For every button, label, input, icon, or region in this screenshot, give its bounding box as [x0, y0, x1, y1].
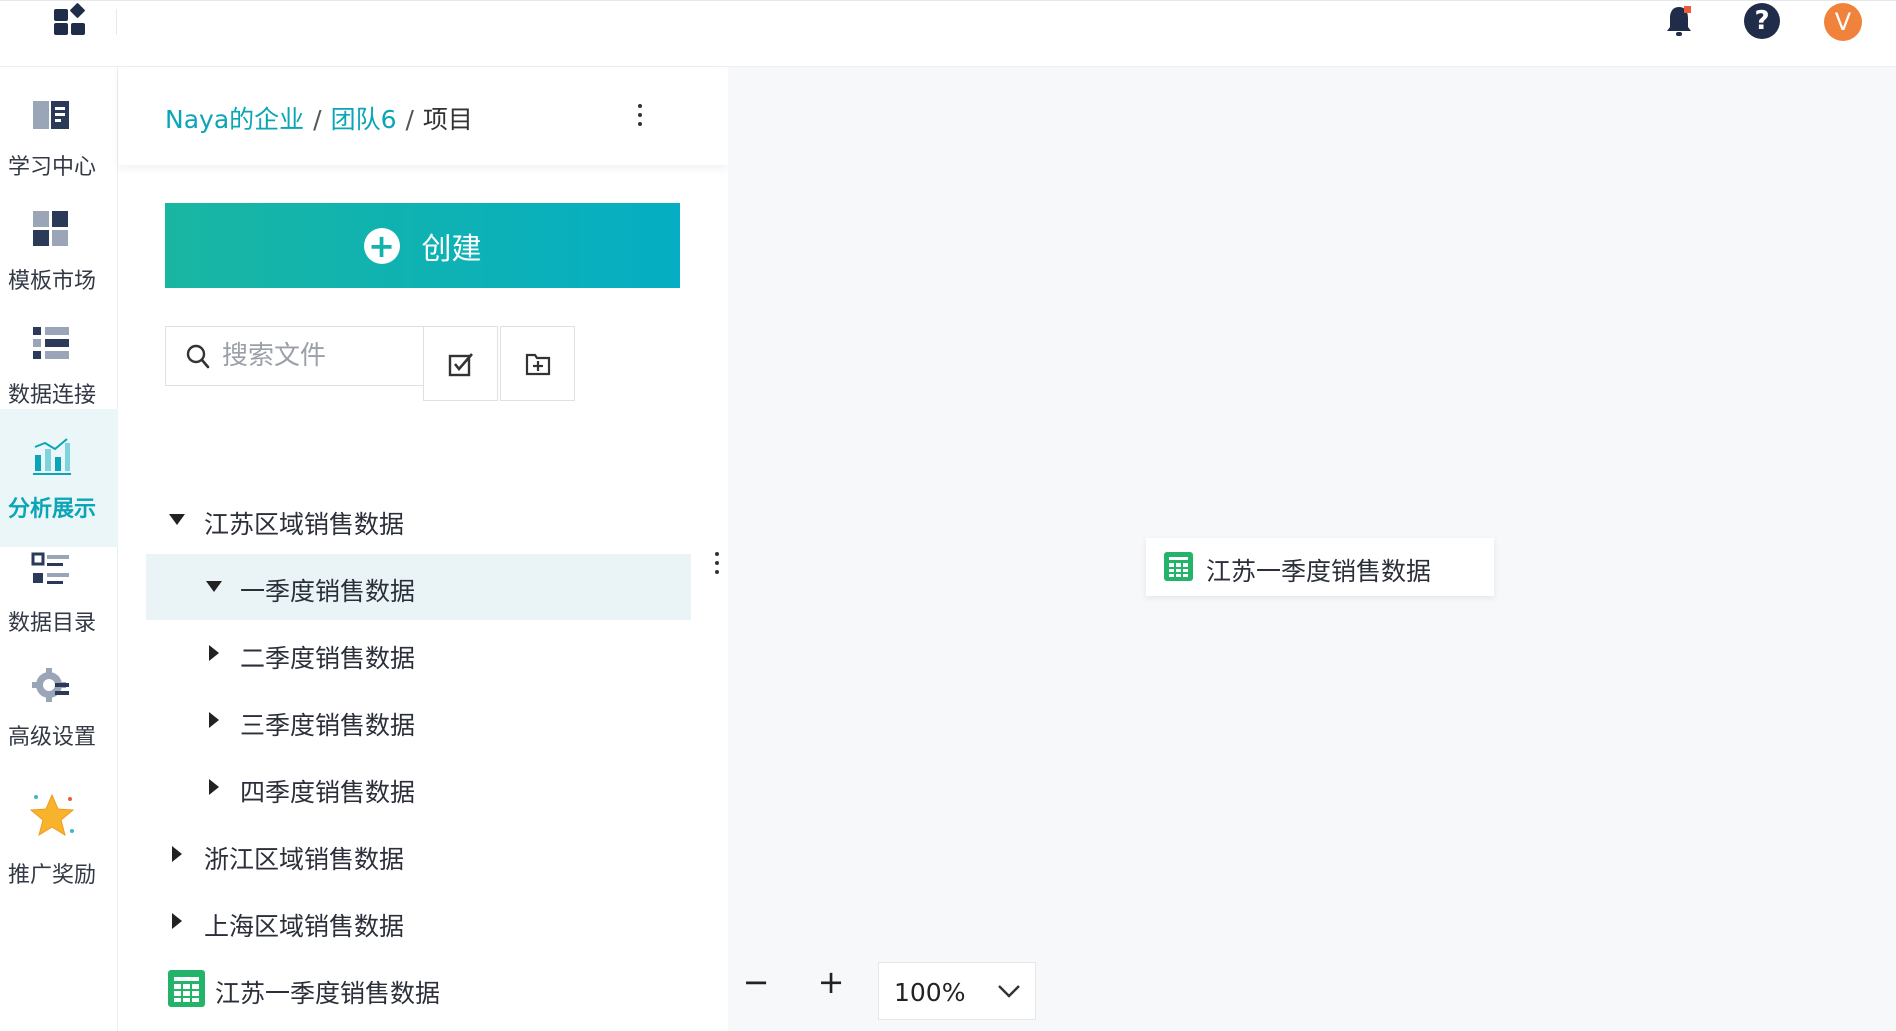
top-bar: ? V [0, 0, 1896, 67]
connection-icon [33, 327, 69, 359]
breadcrumb: Naya的企业 / 团队6 / 项目 [165, 100, 473, 136]
new-folder-button[interactable] [500, 326, 575, 401]
nav-label: 高级设置 [7, 725, 96, 750]
tree-folder[interactable]: 一季度销售数据 [146, 554, 691, 620]
tree-label: 江苏区域销售数据 [204, 510, 405, 539]
folder-plus-icon [525, 353, 551, 376]
caret-right-icon[interactable] [172, 913, 182, 929]
breadcrumb-current: 项目 [422, 105, 473, 134]
tree-label: 三季度销售数据 [240, 711, 416, 740]
tree-folder[interactable]: 浙江区域销售数据 [146, 822, 691, 888]
tree-label: 二季度销售数据 [240, 644, 416, 673]
side-nav: 学习中心 模板市场 数据连接 分析展示 数据目录 高级设置 推广奖励 [0, 67, 118, 1031]
create-button-label: 创建 [421, 231, 482, 267]
nav-label: 数据连接 [7, 383, 96, 408]
panel-header: Naya的企业 / 团队6 / 项目 [118, 67, 728, 165]
canvas[interactable]: 江苏一季度销售数据 [728, 67, 1896, 1031]
caret-right-icon[interactable] [209, 779, 219, 795]
spreadsheet-icon [168, 970, 205, 1007]
catalog-icon [31, 552, 69, 584]
panel-resize-handle[interactable] [711, 549, 723, 579]
help-icon[interactable]: ? [1744, 3, 1780, 39]
breadcrumb-org[interactable]: Naya的企业 [165, 105, 304, 134]
checkbox-select-icon [448, 353, 473, 377]
gear-icon [32, 668, 69, 702]
tree-label: 浙江区域销售数据 [204, 845, 405, 874]
nav-label: 推广奖励 [7, 863, 96, 888]
caret-right-icon[interactable] [209, 712, 219, 728]
template-icon [33, 211, 68, 246]
tree-folder[interactable]: 四季度销售数据 [146, 755, 691, 821]
nav-label: 学习中心 [7, 155, 96, 180]
tree-folder[interactable]: 二季度销售数据 [146, 621, 691, 687]
zoom-in-button[interactable]: + [811, 962, 851, 1002]
batch-select-button[interactable] [423, 326, 498, 401]
apps-grid-icon[interactable] [53, 3, 89, 37]
breadcrumb-separator: / [405, 105, 414, 134]
tree-folder[interactable]: 三季度销售数据 [146, 688, 691, 754]
nav-label: 分析展示 [7, 497, 96, 522]
chevron-down-icon [998, 985, 1020, 998]
zoom-value: 100% [894, 978, 966, 1007]
zoom-select[interactable]: 100% [878, 962, 1036, 1020]
nav-item-advanced-settings[interactable]: 高级设置 [0, 637, 118, 775]
zoom-out-button[interactable]: − [736, 962, 776, 1002]
tree-folder[interactable]: 江苏区域销售数据 [146, 487, 691, 553]
tree-label: 四季度销售数据 [240, 778, 416, 807]
tree-folder[interactable]: 上海区域销售数据 [146, 889, 691, 955]
nav-label: 模板市场 [7, 269, 96, 294]
nav-label: 数据目录 [7, 611, 96, 636]
search-icon [186, 344, 210, 369]
plus-circle-icon: + [363, 227, 400, 264]
canvas-node[interactable]: 江苏一季度销售数据 [1146, 538, 1494, 596]
star-icon [29, 793, 75, 837]
caret-down-icon[interactable] [169, 514, 185, 525]
tree-label: 江苏一季度销售数据 [215, 979, 441, 1008]
tree-sheet[interactable]: 江苏一季度销售数据 [146, 956, 691, 1022]
breadcrumb-separator: / [313, 105, 322, 134]
nav-item-referral-rewards[interactable]: 推广奖励 [0, 771, 118, 909]
breadcrumb-team[interactable]: 团队6 [331, 105, 397, 134]
spreadsheet-icon [1164, 552, 1193, 581]
more-options-icon[interactable] [634, 101, 646, 131]
canvas-node-label: 江苏一季度销售数据 [1206, 557, 1432, 586]
chart-icon [33, 438, 71, 475]
file-panel: Naya的企业 / 团队6 / 项目 + 创建 江苏区域销售数据 一季度销售数据 [118, 67, 728, 1031]
avatar[interactable]: V [1824, 3, 1862, 41]
caret-right-icon[interactable] [209, 645, 219, 661]
caret-down-icon[interactable] [206, 581, 222, 592]
bell-icon[interactable] [1664, 3, 1694, 39]
book-icon [33, 101, 69, 129]
tree-label: 一季度销售数据 [240, 577, 416, 606]
create-button[interactable]: + 创建 [165, 203, 680, 288]
caret-right-icon[interactable] [172, 846, 182, 862]
tree-label: 上海区域销售数据 [204, 912, 405, 941]
top-divider [116, 9, 117, 35]
